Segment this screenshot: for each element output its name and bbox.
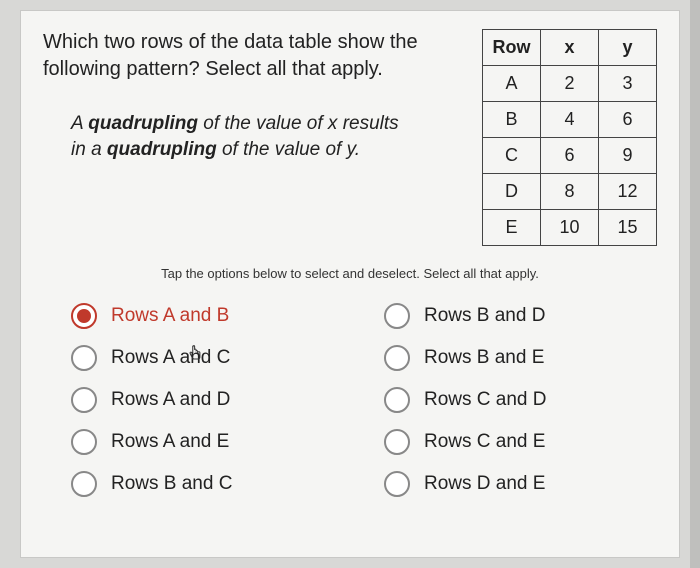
table-cell: 15	[599, 210, 657, 246]
option[interactable]: Rows B and C	[71, 463, 344, 505]
option[interactable]: Rows C and E	[384, 421, 657, 463]
table-cell: C	[483, 138, 541, 174]
data-table: Row x y A23B46C69D812E1015	[482, 29, 657, 246]
hint-text: Tap the options below to select and dese…	[43, 266, 657, 281]
table-row: E1015	[483, 210, 657, 246]
option-label: Rows A and B	[111, 305, 229, 327]
table-cell: D	[483, 174, 541, 210]
option-label: Rows B and D	[424, 305, 545, 327]
table-row: D812	[483, 174, 657, 210]
table-row: B46	[483, 102, 657, 138]
table-cell: 4	[541, 102, 599, 138]
radio-icon	[71, 345, 97, 371]
radio-icon	[384, 471, 410, 497]
table-cell: 12	[599, 174, 657, 210]
table-cell: A	[483, 66, 541, 102]
col-header-x: x	[541, 30, 599, 66]
table-cell: 9	[599, 138, 657, 174]
option[interactable]: Rows A and C	[71, 337, 344, 379]
option[interactable]: Rows A and E	[71, 421, 344, 463]
table-cell: 6	[541, 138, 599, 174]
right-edge	[690, 0, 700, 568]
option[interactable]: Rows C and D	[384, 379, 657, 421]
options-col-1: Rows A and B Rows A and C Rows A and D Rows…	[71, 295, 344, 505]
options-area: Rows A and B Rows A and C Rows A and D Rows…	[43, 295, 657, 505]
option-label: Rows A and C	[111, 347, 230, 369]
radio-icon	[71, 429, 97, 455]
col-header-row: Row	[483, 30, 541, 66]
table-cell: 10	[541, 210, 599, 246]
option-label: Rows B and C	[111, 473, 232, 495]
table-body: A23B46C69D812E1015	[483, 66, 657, 246]
option-label: Rows B and E	[424, 347, 544, 369]
radio-icon	[384, 387, 410, 413]
table-row: C69	[483, 138, 657, 174]
table-cell: 8	[541, 174, 599, 210]
table-cell: 6	[599, 102, 657, 138]
option[interactable]: Rows D and E	[384, 463, 657, 505]
option[interactable]: Rows B and D	[384, 295, 657, 337]
option-label: Rows C and E	[424, 431, 545, 453]
table-cell: 2	[541, 66, 599, 102]
table-cell: 3	[599, 66, 657, 102]
options-col-2: Rows B and D Rows B and E Rows C and D Rows…	[384, 295, 657, 505]
option[interactable]: Rows A and B	[71, 295, 344, 337]
table-row: A23	[483, 66, 657, 102]
question-pattern: A quadrupling of the value of x results …	[71, 111, 401, 162]
option-label: Rows A and D	[111, 389, 230, 411]
question-prompt: Which two rows of the data table show th…	[43, 29, 462, 83]
option-label: Rows D and E	[424, 473, 545, 495]
radio-icon	[384, 345, 410, 371]
question-block: Which two rows of the data table show th…	[43, 29, 462, 246]
radio-icon	[384, 429, 410, 455]
table-header-row: Row x y	[483, 30, 657, 66]
question-card: Which two rows of the data table show th…	[20, 10, 680, 558]
option-label: Rows C and D	[424, 389, 547, 411]
table-cell: E	[483, 210, 541, 246]
table-cell: B	[483, 102, 541, 138]
option[interactable]: Rows A and D	[71, 379, 344, 421]
option[interactable]: Rows B and E	[384, 337, 657, 379]
radio-icon	[71, 387, 97, 413]
radio-icon	[384, 303, 410, 329]
option-label: Rows A and E	[111, 431, 229, 453]
radio-icon	[71, 471, 97, 497]
col-header-y: y	[599, 30, 657, 66]
radio-icon	[71, 303, 97, 329]
